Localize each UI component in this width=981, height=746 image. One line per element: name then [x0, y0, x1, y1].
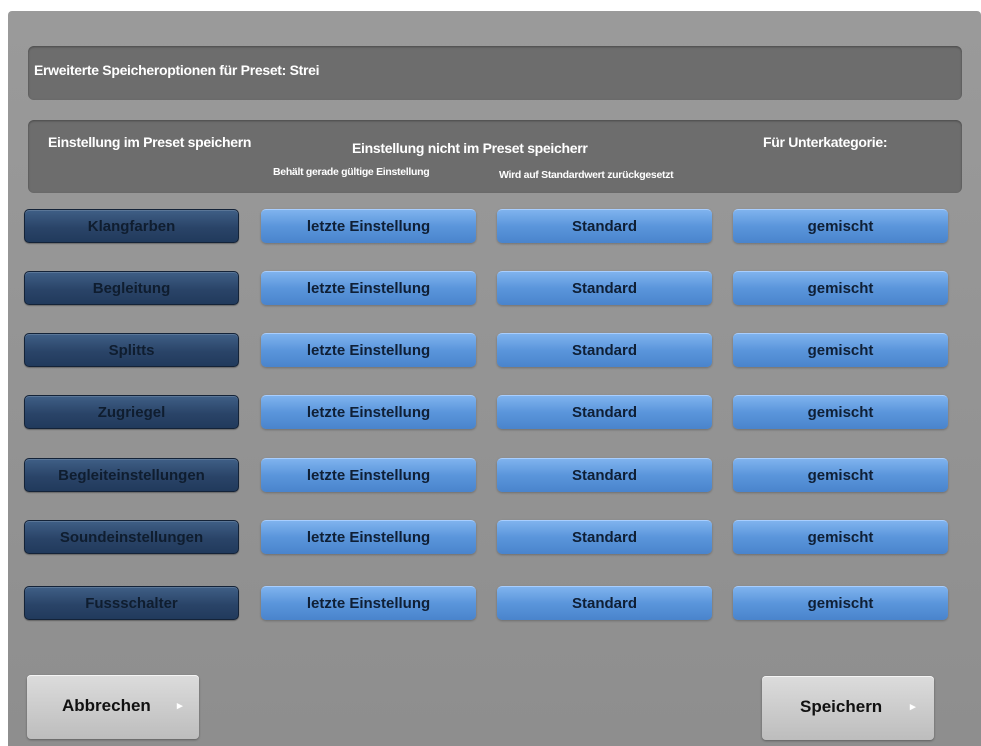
- row-name-button[interactable]: Zugriegel: [24, 395, 239, 429]
- last-setting-button[interactable]: letzte Einstellung: [261, 271, 476, 305]
- subcategory-button[interactable]: gemischt: [733, 520, 948, 554]
- title-bar: Erweiterte Speicheroptionen für Preset: …: [28, 46, 962, 100]
- subcategory-button[interactable]: gemischt: [733, 395, 948, 429]
- save-label: Speichern: [800, 697, 883, 716]
- last-setting-button[interactable]: letzte Einstellung: [261, 209, 476, 243]
- header-subcategory: Für Unterkategorie:: [763, 134, 888, 150]
- last-setting-button[interactable]: letzte Einstellung: [261, 458, 476, 492]
- last-setting-button[interactable]: letzte Einstellung: [261, 520, 476, 554]
- standard-button[interactable]: Standard: [497, 209, 712, 243]
- header-not-in-preset: Einstellung nicht im Preset speicherr: [352, 140, 588, 156]
- save-button[interactable]: Speichern ▸: [762, 676, 934, 740]
- arrow-right-icon: ▸: [910, 701, 916, 713]
- row-name-button[interactable]: Begleitung: [24, 271, 239, 305]
- standard-button[interactable]: Standard: [497, 586, 712, 620]
- last-setting-button[interactable]: letzte Einstellung: [261, 586, 476, 620]
- row-name-button[interactable]: Splitts: [24, 333, 239, 367]
- last-setting-button[interactable]: letzte Einstellung: [261, 333, 476, 367]
- standard-button[interactable]: Standard: [497, 395, 712, 429]
- last-setting-button[interactable]: letzte Einstellung: [261, 395, 476, 429]
- row-name-button[interactable]: Soundeinstellungen: [24, 520, 239, 554]
- cancel-button[interactable]: Abbrechen ▸: [27, 675, 199, 739]
- header-keeps-current: Behält gerade gültige Einstellung: [273, 166, 430, 178]
- standard-button[interactable]: Standard: [497, 520, 712, 554]
- standard-button[interactable]: Standard: [497, 458, 712, 492]
- dialog-title: Erweiterte Speicheroptionen für Preset: …: [34, 62, 320, 78]
- header-reset-default: Wird auf Standardwert zurückgesetzt: [499, 169, 674, 181]
- row-name-button[interactable]: Begleiteinstellungen: [24, 458, 239, 492]
- subcategory-button[interactable]: gemischt: [733, 271, 948, 305]
- subcategory-button[interactable]: gemischt: [733, 458, 948, 492]
- subcategory-button[interactable]: gemischt: [733, 586, 948, 620]
- column-header-bar: Einstellung im Preset speichern Einstell…: [28, 120, 962, 193]
- arrow-right-icon: ▸: [177, 700, 183, 712]
- row-name-button[interactable]: Klangfarben: [24, 209, 239, 243]
- standard-button[interactable]: Standard: [497, 271, 712, 305]
- subcategory-button[interactable]: gemischt: [733, 333, 948, 367]
- subcategory-button[interactable]: gemischt: [733, 209, 948, 243]
- cancel-label: Abbrechen: [62, 696, 151, 715]
- header-save-in-preset: Einstellung im Preset speichern: [48, 134, 252, 150]
- standard-button[interactable]: Standard: [497, 333, 712, 367]
- row-name-button[interactable]: Fussschalter: [24, 586, 239, 620]
